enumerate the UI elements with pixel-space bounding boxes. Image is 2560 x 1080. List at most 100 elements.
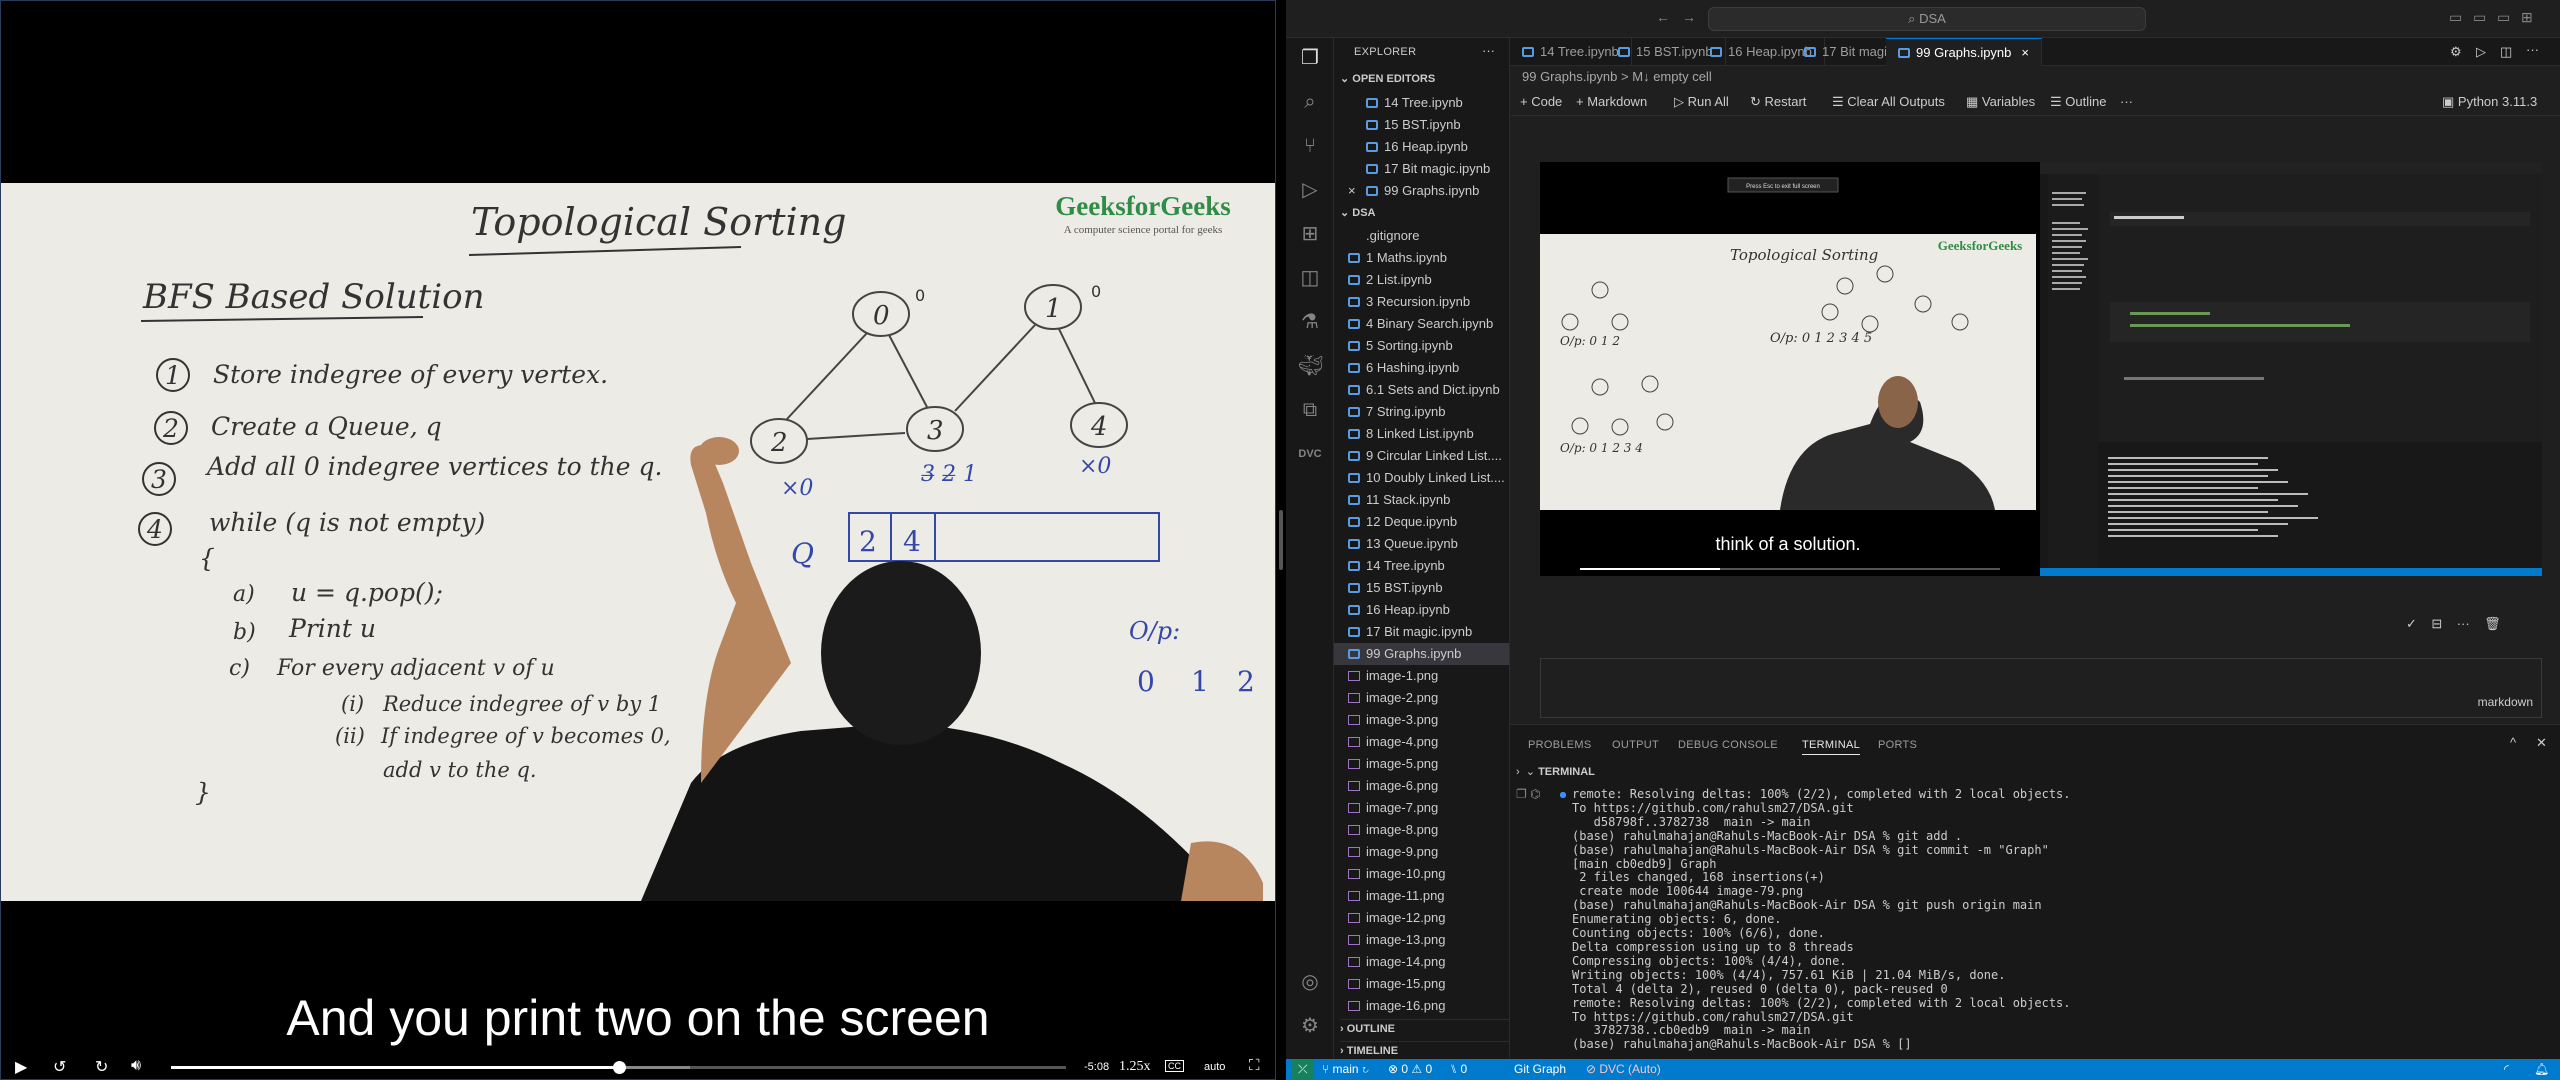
ports-indicator[interactable]: ⑊ 0 (1450, 1059, 1467, 1080)
cell-language-label[interactable]: markdown (2478, 695, 2533, 709)
file-item[interactable]: 12 Deque.ipynb (1334, 511, 1509, 533)
file-item[interactable]: image-16.png (1334, 995, 1509, 1017)
file-item[interactable]: 9 Circular Linked List.... (1334, 445, 1509, 467)
workspace-header[interactable]: ⌄ DSA (1340, 206, 1376, 219)
seek-thumb[interactable] (612, 1061, 626, 1074)
markdown-cell[interactable]: markdown (1540, 658, 2542, 718)
file-item[interactable]: 4 Binary Search.ipynb (1334, 313, 1509, 335)
notifications-bell-icon[interactable]: 🔔︎ (2534, 1059, 2549, 1080)
remote-explorer-icon[interactable]: ◫ (1298, 266, 1322, 290)
add-code-cell-button[interactable]: + Code (1520, 88, 1562, 116)
manage-gear-icon[interactable]: ⚙ (1298, 1014, 1322, 1038)
open-editor-item[interactable]: 15 BST.ipynb (1334, 114, 1509, 136)
file-item[interactable]: image-8.png (1334, 819, 1509, 841)
more-actions-icon[interactable]: ··· (1482, 43, 1495, 58)
containers-icon[interactable]: ⧉ (1298, 398, 1322, 422)
timeline-section[interactable]: › TIMELINE (1340, 1041, 1509, 1057)
file-item[interactable]: image-3.png (1334, 709, 1509, 731)
captions-button[interactable]: CC (1165, 1060, 1184, 1072)
chevron-down-icon[interactable]: ⌄ (1526, 766, 1535, 778)
seek-bar[interactable] (171, 1061, 1066, 1074)
file-item[interactable]: image-2.png (1334, 687, 1509, 709)
cell-check-icon[interactable]: ✓ (2406, 616, 2417, 631)
play-icon[interactable]: ▶ (15, 1057, 27, 1077)
clear-outputs-button[interactable]: ☰ Clear All Outputs (1832, 88, 1945, 116)
kernel-selector[interactable]: ▣ Python 3.11.3 (2442, 88, 2537, 116)
editor-more-icon[interactable]: ··· (2526, 42, 2539, 57)
breadcrumb-file[interactable]: 99 Graphs.ipynb (1522, 69, 1617, 84)
panel-tab-terminal[interactable]: TERMINAL (1802, 739, 1861, 755)
file-item[interactable]: image-5.png (1334, 753, 1509, 775)
explorer-icon[interactable]: ❐ (1298, 46, 1322, 70)
file-item[interactable]: image-6.png (1334, 775, 1509, 797)
cell-delete-icon[interactable]: 🗑︎ (2484, 616, 2501, 631)
problems-indicator[interactable]: ⊗ 0 ⚠ 0 (1388, 1059, 1432, 1080)
run-icon[interactable]: ▷ (2476, 44, 2486, 60)
search-icon[interactable]: ⌕ (1298, 90, 1322, 114)
panel-tab-ports[interactable]: PORTS (1878, 739, 1917, 751)
back-arrow-icon[interactable]: ← (1656, 9, 1670, 25)
video-player[interactable]: GeeksforGeeks A computer science portal … (0, 0, 1276, 1080)
file-item[interactable]: 1 Maths.ipynb (1334, 247, 1509, 269)
git-graph-button[interactable]: Git Graph (1514, 1059, 1566, 1080)
editor-tab[interactable]: 99 Graphs.ipynb × (1886, 38, 2042, 66)
docker-icon[interactable]: 🐳︎ (1298, 354, 1323, 378)
terminal-output[interactable]: remote: Resolving deltas: 100% (2/2), co… (1560, 787, 2552, 1052)
testing-icon[interactable]: ⚗ (1298, 310, 1322, 334)
quality-selector[interactable]: auto (1204, 1061, 1225, 1073)
forward-arrow-icon[interactable]: → (1682, 9, 1696, 25)
terminal-copy-icon[interactable]: ❐ (1516, 787, 1527, 801)
run-all-button[interactable]: ▷ Run All (1674, 88, 1729, 116)
file-item[interactable]: 8 Linked List.ipynb (1334, 423, 1509, 445)
outline-button[interactable]: ☰ Outline (2050, 88, 2106, 116)
restart-button[interactable]: ↻ Restart (1750, 88, 1806, 116)
file-item[interactable]: 6.1 Sets and Dict.ipynb (1334, 379, 1509, 401)
cell-more-icon[interactable]: ··· (2457, 616, 2470, 631)
toggle-sidebar-icon[interactable]: ▭ (2449, 9, 2462, 26)
file-item[interactable]: 2 List.ipynb (1334, 269, 1509, 291)
file-item[interactable]: 3 Recursion.ipynb (1334, 291, 1509, 313)
file-item[interactable]: image-15.png (1334, 973, 1509, 995)
file-item[interactable]: 13 Queue.ipynb (1334, 533, 1509, 555)
file-item[interactable]: 99 Graphs.ipynb (1334, 643, 1509, 665)
file-item[interactable]: 17 Bit magic.ipynb (1334, 621, 1509, 643)
file-item[interactable]: image-11.png (1334, 885, 1509, 907)
chevron-right-icon[interactable]: › (1516, 766, 1520, 778)
close-tab-icon[interactable]: × (2021, 45, 2029, 60)
accounts-icon[interactable]: ◎ (1298, 970, 1322, 994)
close-editor-icon[interactable]: × (1348, 180, 1356, 202)
toggle-secondary-sidebar-icon[interactable]: ▭ (2497, 9, 2510, 26)
branch-indicator[interactable]: ⑂ main ↻ (1322, 1059, 1369, 1080)
file-item[interactable]: 6 Hashing.ipynb (1334, 357, 1509, 379)
split-editor-icon[interactable]: ◫ (2500, 44, 2512, 60)
toggle-panel-icon[interactable]: ▭ (2473, 9, 2486, 26)
run-debug-icon[interactable]: ▷ (1298, 178, 1322, 202)
remote-indicator-icon[interactable]: ⤫ (1292, 1059, 1314, 1080)
outline-section[interactable]: › OUTLINE (1340, 1019, 1509, 1035)
file-item[interactable]: image-12.png (1334, 907, 1509, 929)
video-frame[interactable]: GeeksforGeeks A computer science portal … (1, 183, 1275, 901)
add-markdown-cell-button[interactable]: + Markdown (1576, 88, 1647, 116)
panel-tab-debug-console[interactable]: DEBUG CONSOLE (1678, 739, 1778, 751)
file-item[interactable]: image-9.png (1334, 841, 1509, 863)
rewind-10-icon[interactable]: ↺ (53, 1057, 66, 1077)
maximize-panel-icon[interactable]: ^ (2510, 735, 2516, 750)
file-item[interactable]: 11 Stack.ipynb (1334, 489, 1509, 511)
open-editor-item[interactable]: 16 Heap.ipynb (1334, 136, 1509, 158)
dvc-icon[interactable]: DVC (1298, 442, 1322, 466)
file-item[interactable]: 10 Doubly Linked List.... (1334, 467, 1509, 489)
source-control-icon[interactable]: ⑂ (1298, 134, 1322, 158)
file-item[interactable]: image-7.png (1334, 797, 1509, 819)
file-item[interactable]: 15 BST.ipynb (1334, 577, 1509, 599)
toolbar-more-button[interactable]: ··· (2120, 88, 2133, 116)
file-item[interactable]: 16 Heap.ipynb (1334, 599, 1509, 621)
open-editor-item[interactable]: × 99 Graphs.ipynb (1334, 180, 1509, 202)
panel-tab-output[interactable]: OUTPUT (1612, 739, 1659, 751)
open-editors-header[interactable]: ⌄ OPEN EDITORS (1340, 72, 1435, 85)
extensions-icon[interactable]: ⊞ (1298, 222, 1322, 246)
file-item[interactable]: 14 Tree.ipynb (1334, 555, 1509, 577)
open-editor-item[interactable]: 17 Bit magic.ipynb (1334, 158, 1509, 180)
file-item[interactable]: image-13.png (1334, 929, 1509, 951)
divider-handle[interactable] (1279, 510, 1283, 570)
file-item[interactable]: image-1.png (1334, 665, 1509, 687)
